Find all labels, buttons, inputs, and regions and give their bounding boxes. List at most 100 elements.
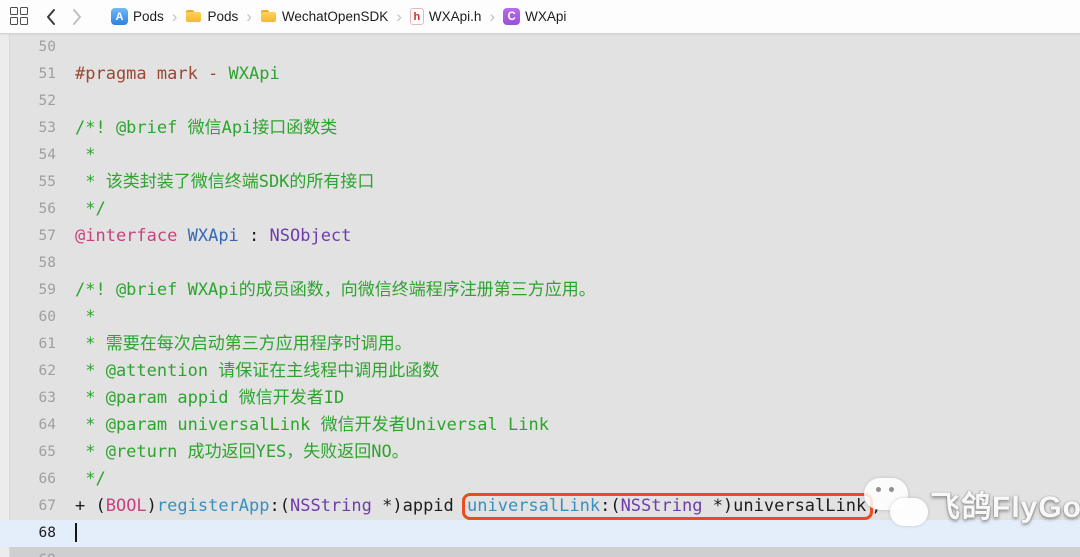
code-lines: 50 51 #pragma mark - WXApi 52 53 /*! @brief 微… — [0, 34, 1080, 547]
class-icon: C — [503, 8, 521, 25]
line-number[interactable]: 52 — [0, 88, 56, 115]
code-token: * @return 成功返回YES，失败返回NO。 — [75, 442, 409, 462]
code-line[interactable]: 54 * — [0, 142, 1080, 169]
text-cursor — [75, 523, 77, 542]
code-token: universalLink — [467, 496, 601, 516]
code-line[interactable]: 57 @interface WXApi : NSObject — [0, 223, 1080, 250]
forward-button[interactable] — [71, 8, 83, 26]
line-number[interactable]: 60 — [0, 304, 56, 331]
code-text: #pragma mark - WXApi — [56, 61, 280, 88]
code-text: * @return 成功返回YES，失败返回NO。 — [56, 439, 409, 466]
folder-icon — [260, 8, 277, 25]
breadcrumb-separator: › — [396, 6, 402, 26]
chevron-right-icon — [73, 8, 81, 25]
annotation-highlight-box: universalLink:(NSString *)universalLink — [462, 493, 874, 520]
line-number[interactable]: 61 — [0, 331, 56, 358]
line-number[interactable]: 53 — [0, 115, 56, 142]
code-token: WXApi — [228, 64, 280, 84]
code-line[interactable]: 50 — [0, 34, 1080, 61]
folder-icon — [185, 8, 202, 25]
code-line[interactable]: 66 */ — [0, 466, 1080, 493]
code-line[interactable]: 60 * — [0, 304, 1080, 331]
breadcrumb-label: WXApi — [525, 9, 567, 24]
code-text: * — [56, 142, 95, 169]
code-line[interactable]: 62 * @attention 请保证在主线程中调用此函数 — [0, 358, 1080, 385]
line-number[interactable]: 55 — [0, 169, 56, 196]
line-number[interactable]: 59 — [0, 277, 56, 304]
code-token: :( — [600, 496, 621, 516]
code-text: /*! @brief WXApi的成员函数，向微信终端程序注册第三方应用。 — [56, 277, 596, 304]
code-token: * @param appid 微信开发者ID — [75, 388, 345, 408]
related-items-icon[interactable] — [10, 7, 29, 26]
line-number[interactable]: 62 — [0, 358, 56, 385]
project-icon: A — [111, 8, 128, 25]
breadcrumb-item-wxapi[interactable]: C WXApi — [503, 8, 566, 25]
code-token: :( — [269, 496, 290, 516]
code-token: *)universalLink — [702, 496, 867, 516]
code-line[interactable]: 58 — [0, 250, 1080, 277]
code-token: NSString — [620, 496, 703, 516]
code-text: * — [56, 304, 95, 331]
back-button[interactable] — [45, 8, 57, 26]
code-token: ) — [146, 496, 157, 516]
line-number[interactable]: 69 — [0, 547, 56, 557]
code-text: * @param universalLink 微信开发者Universal Li… — [56, 412, 549, 439]
next-line-partial: 69 — [0, 547, 1080, 557]
code-line[interactable]: 56 */ — [0, 196, 1080, 223]
breadcrumb-item-pods[interactable]: Pods — [185, 8, 238, 25]
line-number[interactable]: 67 — [0, 493, 56, 520]
code-token: * — [75, 145, 96, 165]
code-line[interactable]: 55 * 该类封装了微信终端SDK的所有接口 — [0, 169, 1080, 196]
code-token: * — [75, 307, 96, 327]
line-number[interactable]: 64 — [0, 412, 56, 439]
code-line[interactable]: 65 * @return 成功返回YES，失败返回NO。 — [0, 439, 1080, 466]
code-editor[interactable]: 50 51 #pragma mark - WXApi 52 53 /*! @brief 微… — [0, 34, 1080, 557]
line-number[interactable]: 65 — [0, 439, 56, 466]
code-text: */ — [56, 466, 106, 493]
code-text: * @param appid 微信开发者ID — [56, 385, 344, 412]
breadcrumb-label: WechatOpenSDK — [281, 9, 389, 24]
code-token: @interface — [75, 226, 178, 246]
code-line[interactable]: 51 #pragma mark - WXApi — [0, 61, 1080, 88]
code-line[interactable]: 64 * @param universalLink 微信开发者Universal… — [0, 412, 1080, 439]
line-number[interactable]: 50 — [0, 34, 56, 61]
code-line[interactable]: 61 * 需要在每次启动第三方应用程序时调用。 — [0, 331, 1080, 358]
code-token: /*! @brief 微信Api接口函数类 — [75, 118, 338, 138]
code-line[interactable]: 53 /*! @brief 微信Api接口函数类 — [0, 115, 1080, 142]
breadcrumb-label: Pods — [133, 9, 164, 24]
breadcrumb-item-wxapi-h[interactable]: h WXApi.h — [409, 8, 482, 25]
code-token: *)appid — [371, 496, 465, 516]
line-number[interactable]: 63 — [0, 385, 56, 412]
code-text: + (BOOL)registerApp:(NSString *)appid un… — [56, 493, 881, 520]
line-number[interactable]: 56 — [0, 196, 56, 223]
breadcrumb-label: Pods — [207, 9, 239, 24]
code-text: @interface WXApi : NSObject — [56, 223, 351, 250]
code-line[interactable]: 52 — [0, 88, 1080, 115]
breadcrumb-label: WXApi.h — [428, 9, 482, 24]
line-number[interactable]: 54 — [0, 142, 56, 169]
code-line[interactable]: 68 — [0, 520, 1080, 547]
line-number[interactable]: 51 — [0, 61, 56, 88]
line-number[interactable]: 58 — [0, 250, 56, 277]
code-text: * 需要在每次启动第三方应用程序时调用。 — [56, 331, 411, 358]
breadcrumb-item-wechatopensdk[interactable]: WechatOpenSDK — [260, 8, 388, 25]
line-number[interactable]: 68 — [0, 520, 56, 547]
line-number[interactable]: 66 — [0, 466, 56, 493]
code-text: * 该类封装了微信终端SDK的所有接口 — [56, 169, 374, 196]
code-line[interactable]: 59 /*! @brief WXApi的成员函数，向微信终端程序注册第三方应用。 — [0, 277, 1080, 304]
breadcrumb-item-pods[interactable]: A Pods — [111, 8, 164, 25]
code-line[interactable]: 69 — [0, 547, 1080, 557]
line-number[interactable]: 57 — [0, 223, 56, 250]
code-text — [56, 520, 77, 547]
code-line[interactable]: 67 + (BOOL)registerApp:(NSString *)appid … — [0, 493, 1080, 520]
code-text: */ — [56, 196, 105, 223]
jump-bar: A Pods › Pods › WechatOpenSDK › h WXApi.h › C WXApi — [0, 0, 1080, 34]
code-token: */ — [75, 469, 106, 489]
code-token: registerApp — [156, 496, 270, 516]
code-token: NSObject — [269, 226, 352, 246]
code-line[interactable]: 63 * @param appid 微信开发者ID — [0, 385, 1080, 412]
